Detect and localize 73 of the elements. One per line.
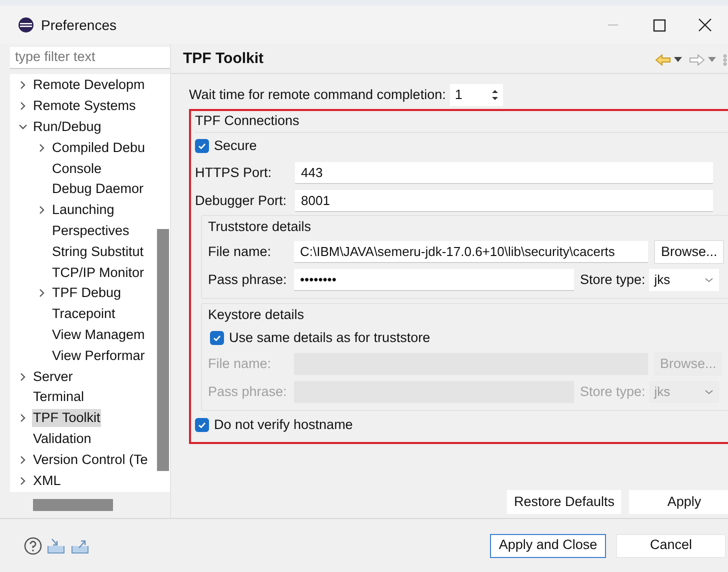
checkmark-icon xyxy=(212,333,222,343)
checkbox[interactable] xyxy=(195,418,209,432)
page-button[interactable]: Apply xyxy=(629,490,728,514)
chevron-down-icon xyxy=(704,387,714,397)
checkmark-icon xyxy=(197,141,207,151)
checkmark-icon xyxy=(197,420,207,430)
scrollbar-thumb[interactable] xyxy=(33,499,113,511)
checkbox-label: Use same details as for truststore xyxy=(229,328,430,347)
tree-item[interactable]: Terminal xyxy=(32,388,86,406)
page-button[interactable]: Restore Defaults xyxy=(507,490,622,514)
tree-item[interactable]: XML xyxy=(32,472,62,490)
filter-field[interactable]: type filter text xyxy=(10,47,170,69)
page-title: TPF Toolkit xyxy=(183,49,264,70)
tree-item[interactable]: TPF Debug xyxy=(51,284,122,302)
tree-item[interactable]: Tracepoint xyxy=(51,305,116,324)
field-label: Pass phrase: xyxy=(208,382,288,401)
tree-item[interactable]: View Performar xyxy=(51,346,146,365)
tree-item[interactable]: Launching xyxy=(51,201,116,220)
chevron-right-icon[interactable] xyxy=(37,205,47,216)
checkbox-label: Secure xyxy=(214,136,257,155)
field-label: Store type: xyxy=(580,382,646,401)
group-title: Truststore details xyxy=(208,218,312,236)
dropdown-caret-icon[interactable] xyxy=(674,56,682,62)
window-title: Preferences xyxy=(41,16,116,34)
field-label: Debugger Port: xyxy=(195,192,288,210)
app-icon xyxy=(18,17,34,33)
wait-time-spinner[interactable]: 1 xyxy=(450,84,503,106)
pass-phrase-field[interactable]: •••••••• xyxy=(294,269,574,291)
field-label: File name: xyxy=(208,242,272,261)
chevron-right-icon[interactable] xyxy=(37,288,47,298)
chevron-right-icon[interactable] xyxy=(18,454,28,465)
scrollbar-thumb[interactable] xyxy=(157,229,169,471)
tree-item[interactable]: Run/Debug xyxy=(32,118,102,136)
chevron-down-icon xyxy=(704,275,714,285)
tree-item[interactable]: Remote Developm xyxy=(32,76,146,94)
tree-item[interactable]: Compiled Debu xyxy=(51,138,146,157)
browse-button[interactable]: Browse... xyxy=(654,240,724,264)
chevron-right-icon[interactable] xyxy=(18,101,28,112)
dialog-button[interactable]: Apply and Close xyxy=(490,534,606,558)
chevron-right-icon[interactable] xyxy=(18,476,28,486)
tree-item[interactable]: Server xyxy=(32,368,74,386)
chevron-down-icon[interactable] xyxy=(18,122,28,132)
file-name-field[interactable]: C:\IBM\JAVA\semeru-jdk-17.0.6+10\lib\security\cacerts xyxy=(294,241,648,263)
tree-item[interactable]: Version Control (Te xyxy=(32,450,149,469)
group-title: TPF Connections xyxy=(195,111,728,133)
store-type-dropdown[interactable]: jks xyxy=(649,269,720,291)
tree-item[interactable]: TPF Toolkit xyxy=(32,409,102,428)
field-label: HTTPS Port: xyxy=(195,164,273,182)
field-label: Wait time for remote command completion: xyxy=(189,86,446,104)
tree-item[interactable]: TCP/IP Monitor xyxy=(51,264,146,282)
import-icon[interactable] xyxy=(46,536,66,554)
tree-item[interactable]: Remote Systems xyxy=(32,97,137,116)
field-label: Store type: xyxy=(580,270,646,289)
checkbox[interactable] xyxy=(195,139,209,153)
https-port-field[interactable]: 443 xyxy=(295,162,713,184)
tree-item[interactable]: Validation xyxy=(32,430,92,448)
dialog-button[interactable]: Cancel xyxy=(616,534,726,558)
tree-item[interactable]: String Substitut xyxy=(51,242,145,261)
checkbox-label: Do not verify hostname xyxy=(214,416,353,434)
help-icon[interactable] xyxy=(24,536,42,554)
tree-item[interactable]: View Managem xyxy=(51,326,146,344)
chevron-right-icon[interactable] xyxy=(18,80,28,90)
chevron-right-icon[interactable] xyxy=(37,142,47,153)
tree-item[interactable]: Console xyxy=(51,160,103,178)
field-label: Pass phrase: xyxy=(208,270,288,289)
chevron-right-icon[interactable] xyxy=(18,372,28,382)
menu-icon[interactable] xyxy=(723,54,728,66)
tree-item[interactable]: Debug Daemor xyxy=(51,180,145,198)
field-label: File name: xyxy=(208,354,272,373)
debugger-port-field[interactable]: 8001 xyxy=(295,190,713,212)
group-title: Keystore details xyxy=(208,306,306,324)
tree-item[interactable]: Perspectives xyxy=(51,222,130,240)
chevron-right-icon[interactable] xyxy=(18,413,28,424)
